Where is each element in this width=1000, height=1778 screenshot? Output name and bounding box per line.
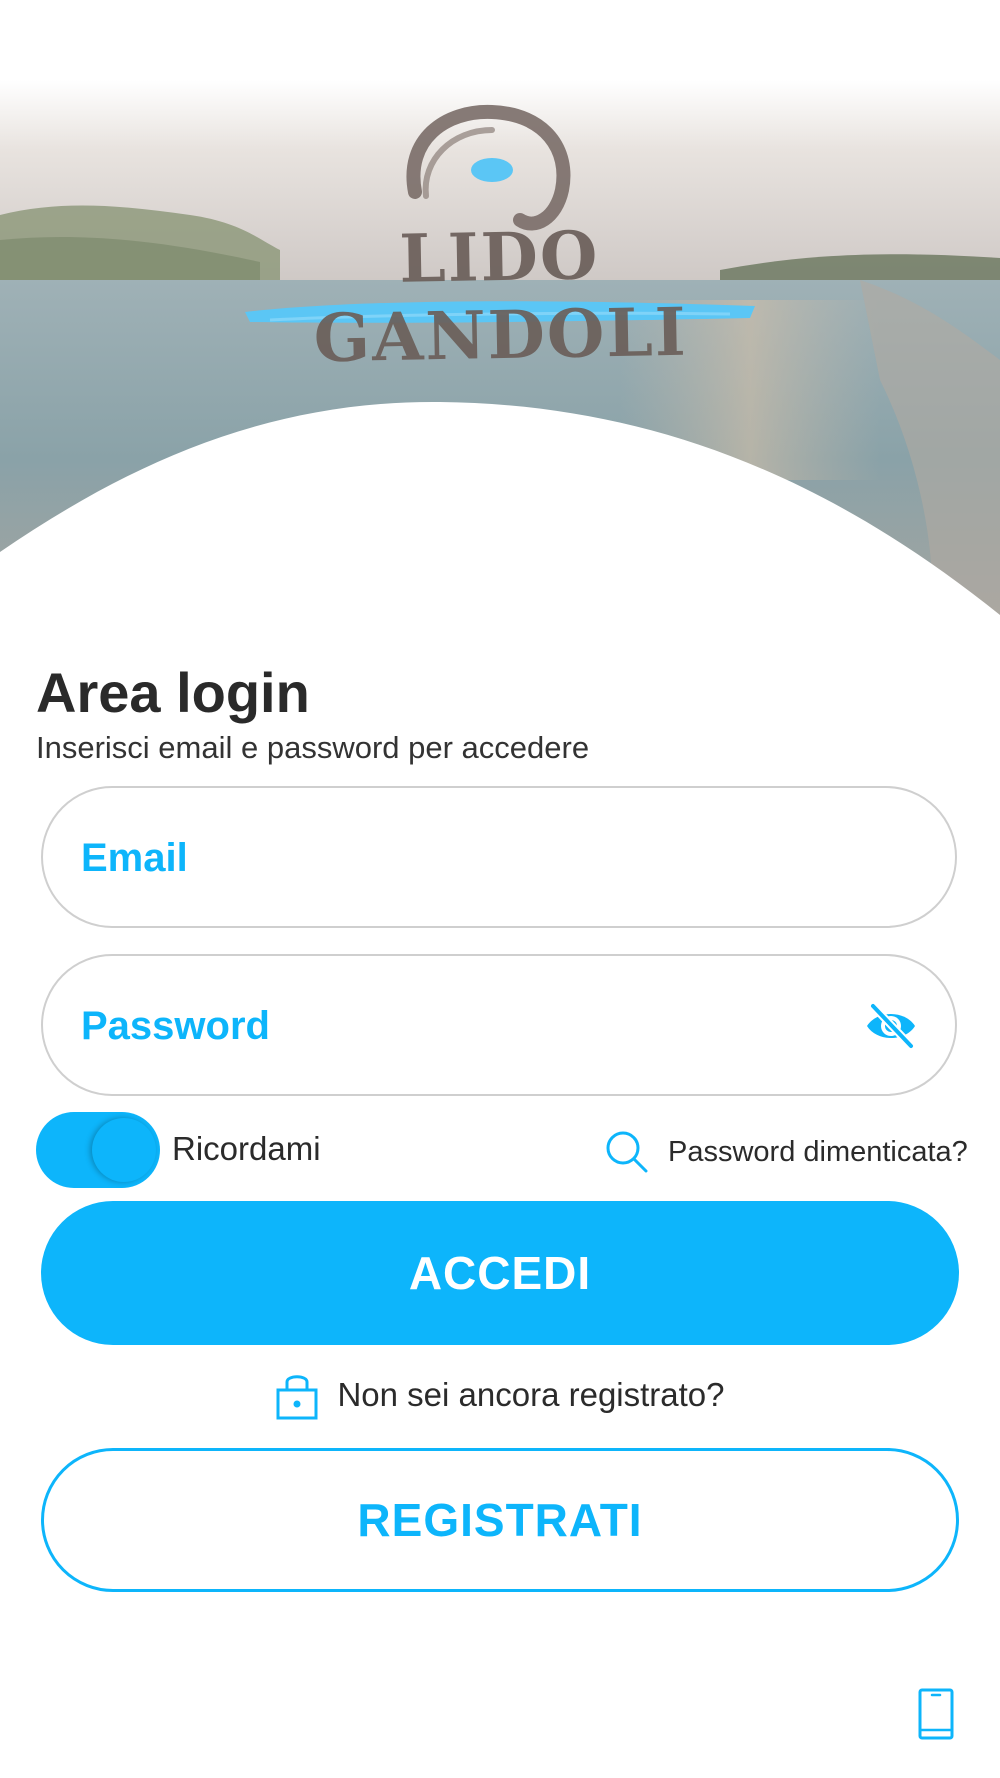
toggle-knob [92,1118,156,1182]
remember-toggle[interactable] [36,1112,160,1188]
password-field[interactable] [41,954,957,1096]
email-field[interactable] [41,786,957,928]
eye-off-icon[interactable] [863,1002,919,1050]
register-hint-label: Non sei ancora registrato? [337,1376,725,1413]
lock-icon [276,1375,318,1420]
forgot-password-link[interactable]: Password dimenticata? [604,1124,968,1180]
remember-label: Ricordami [172,1130,321,1167]
remember-row: Ricordami Password dimenticata? [0,1112,1000,1192]
search-icon [606,1131,648,1173]
page-subtitle: Inserisci email e password per accedere [36,730,590,765]
email-input[interactable] [79,788,843,928]
register-hint: Non sei ancora registrato? [0,1370,1000,1420]
page-title: Area login [36,661,310,724]
logo-text: LIDO GANDOLI [313,216,689,378]
login-button[interactable]: ACCEDI [41,1201,959,1345]
hero-banner: LIDO GANDOLI [0,0,1000,640]
brand-logo: LIDO GANDOLI [230,100,770,377]
register-button[interactable]: REGISTRATI [41,1448,959,1592]
password-input[interactable] [79,956,843,1096]
smartphone-icon[interactable] [918,1688,954,1740]
forgot-password-label: Password dimenticata? [668,1135,968,1168]
